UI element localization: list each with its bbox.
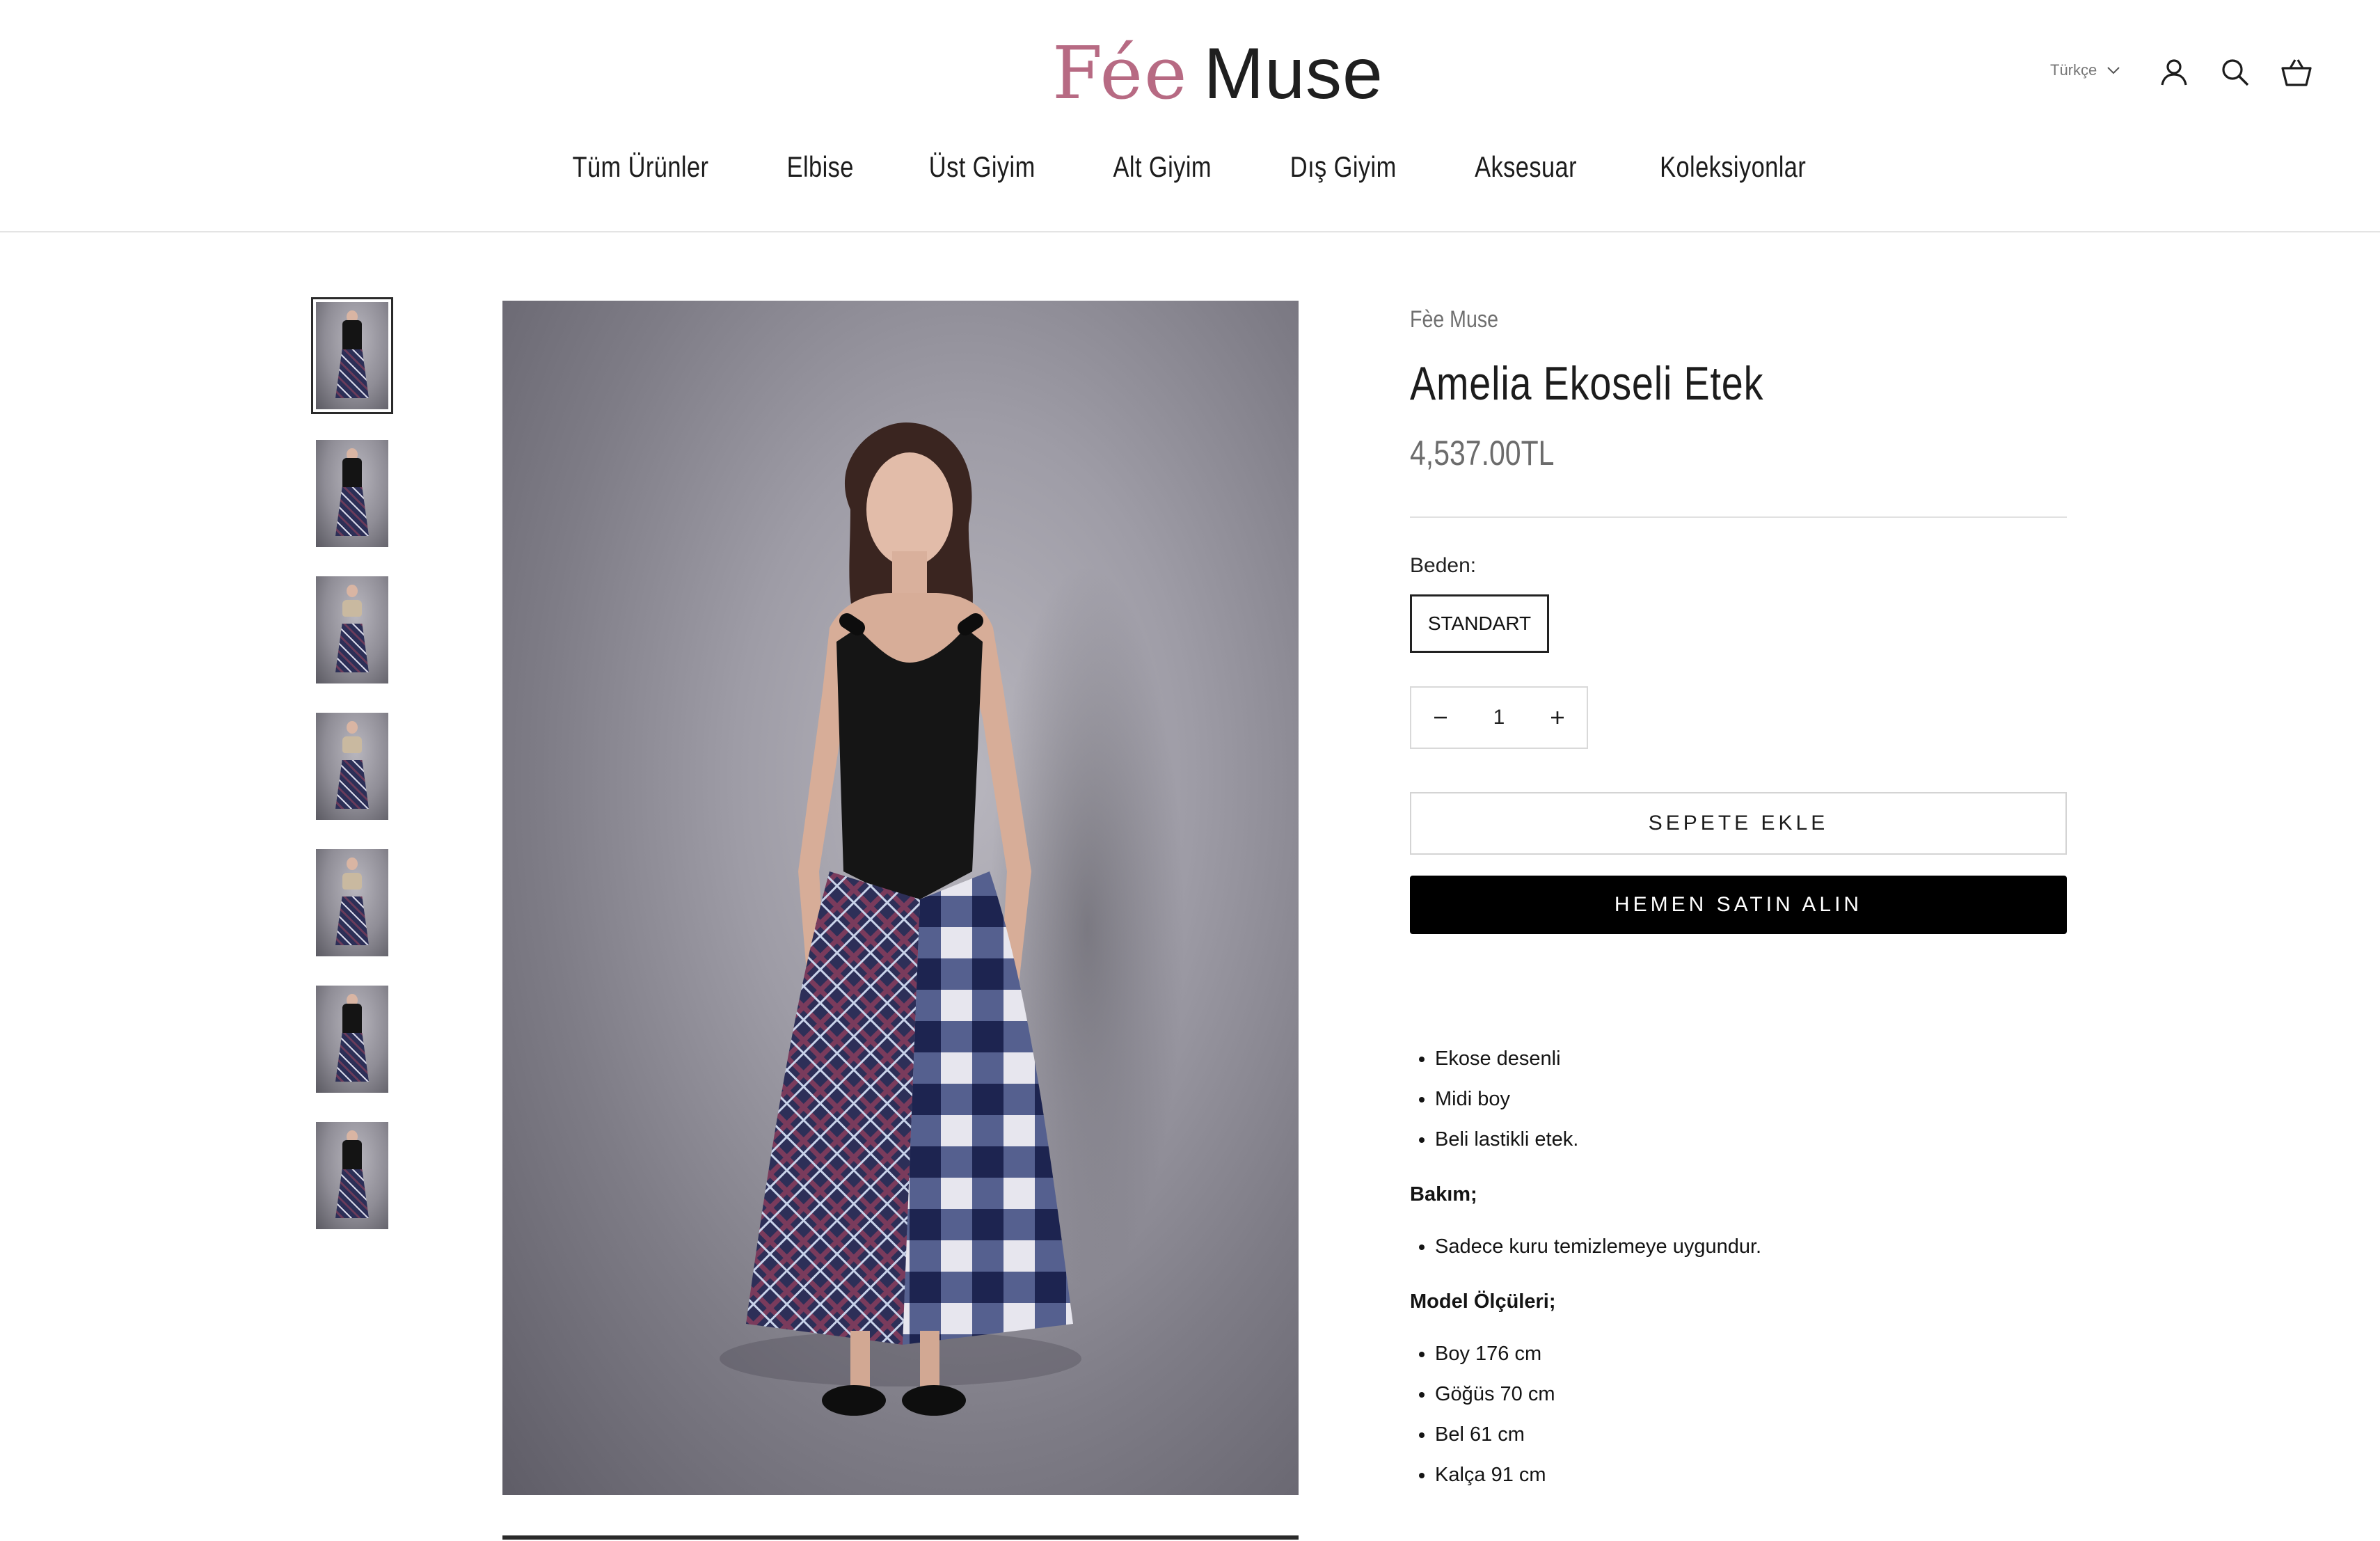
care-list: Sadece kuru temizlemeye uygundur. xyxy=(1410,1226,2067,1267)
main-navigation: Tüm Ürünler Elbise Üst Giyim Alt Giyim D… xyxy=(0,150,2380,184)
feature-item: Ekose desenli xyxy=(1435,1038,2067,1079)
model-measurements-list: Boy 176 cm Göğüs 70 cm Bel 61 cm Kalça 9… xyxy=(1410,1334,2067,1495)
measurement-item: Kalça 91 cm xyxy=(1435,1455,2067,1495)
product-vendor[interactable]: Fèe Muse xyxy=(1410,306,1498,333)
measurement-item: Bel 61 cm xyxy=(1435,1414,2067,1455)
feature-item: Midi boy xyxy=(1435,1079,2067,1119)
measurement-item: Boy 176 cm xyxy=(1435,1334,2067,1374)
size-label: Beden: xyxy=(1410,554,1477,577)
product-thumbnail-4[interactable] xyxy=(316,713,388,820)
site-logo[interactable]: Fée Muse xyxy=(1052,31,1383,116)
nav-item-alt-giyim[interactable]: Alt Giyim xyxy=(1113,150,1212,184)
plus-icon xyxy=(1551,711,1564,724)
chevron-down-icon xyxy=(2107,67,2120,74)
product-thumbnail-7[interactable] xyxy=(316,1122,388,1229)
cart-icon[interactable] xyxy=(2280,56,2313,89)
minus-icon xyxy=(1434,716,1447,719)
feature-item: Beli lastikli etek. xyxy=(1435,1119,2067,1160)
nav-item-dis-giyim[interactable]: Dış Giyim xyxy=(1290,150,1396,184)
nav-item-koleksiyonlar[interactable]: Koleksiyonlar xyxy=(1660,150,1806,184)
quantity-increase-button[interactable] xyxy=(1528,688,1587,748)
quantity-stepper xyxy=(1410,686,1588,749)
buy-now-button[interactable]: HEMEN SATIN ALIN xyxy=(1410,876,2067,934)
size-option-standart[interactable]: STANDART xyxy=(1410,594,1549,653)
account-icon[interactable] xyxy=(2157,56,2191,89)
language-label: Türkçe xyxy=(2050,61,2097,79)
main-product-image[interactable] xyxy=(502,301,1299,1495)
product-title: Amelia Ekoseli Etek xyxy=(1410,357,1764,410)
nav-item-tum-urunler[interactable]: Tüm Ürünler xyxy=(573,150,709,184)
search-icon[interactable] xyxy=(2219,56,2252,89)
nav-item-aksesuar[interactable]: Aksesuar xyxy=(1475,150,1577,184)
care-item: Sadece kuru temizlemeye uygundur. xyxy=(1435,1226,2067,1267)
product-thumbnail-5[interactable] xyxy=(316,849,388,956)
product-thumbnail-6[interactable] xyxy=(316,986,388,1093)
product-price: 4,537.00TL xyxy=(1410,434,1555,473)
model-measurements-heading: Model Ölçüleri; xyxy=(1410,1290,1556,1313)
logo-fee: Fée xyxy=(1052,31,1189,116)
language-selector[interactable]: Türkçe xyxy=(2050,61,2120,79)
care-heading: Bakım; xyxy=(1410,1183,1477,1206)
product-thumbnail-2[interactable] xyxy=(316,440,388,547)
quantity-decrease-button[interactable] xyxy=(1411,688,1470,748)
add-to-cart-button[interactable]: SEPETE EKLE xyxy=(1410,792,2067,855)
nav-item-ust-giyim[interactable]: Üst Giyim xyxy=(928,150,1035,184)
product-description: Ekose desenli Midi boy Beli lastikli ete… xyxy=(1410,1038,2067,1495)
product-thumbnail-1[interactable] xyxy=(311,297,393,414)
nav-item-elbise[interactable]: Elbise xyxy=(787,150,854,184)
image-scroll-indicator xyxy=(502,1535,1299,1540)
divider xyxy=(1410,516,2067,518)
quantity-input[interactable] xyxy=(1470,705,1528,730)
feature-list: Ekose desenli Midi boy Beli lastikli ete… xyxy=(1410,1038,2067,1160)
model-photo xyxy=(720,422,1184,1416)
logo-muse: Muse xyxy=(1203,33,1383,114)
measurement-item: Göğüs 70 cm xyxy=(1435,1374,2067,1414)
product-thumbnail-3[interactable] xyxy=(316,576,388,683)
site-header: Fée Muse Türkçe Tüm Ürünler Elbise Üst G… xyxy=(0,0,2380,232)
